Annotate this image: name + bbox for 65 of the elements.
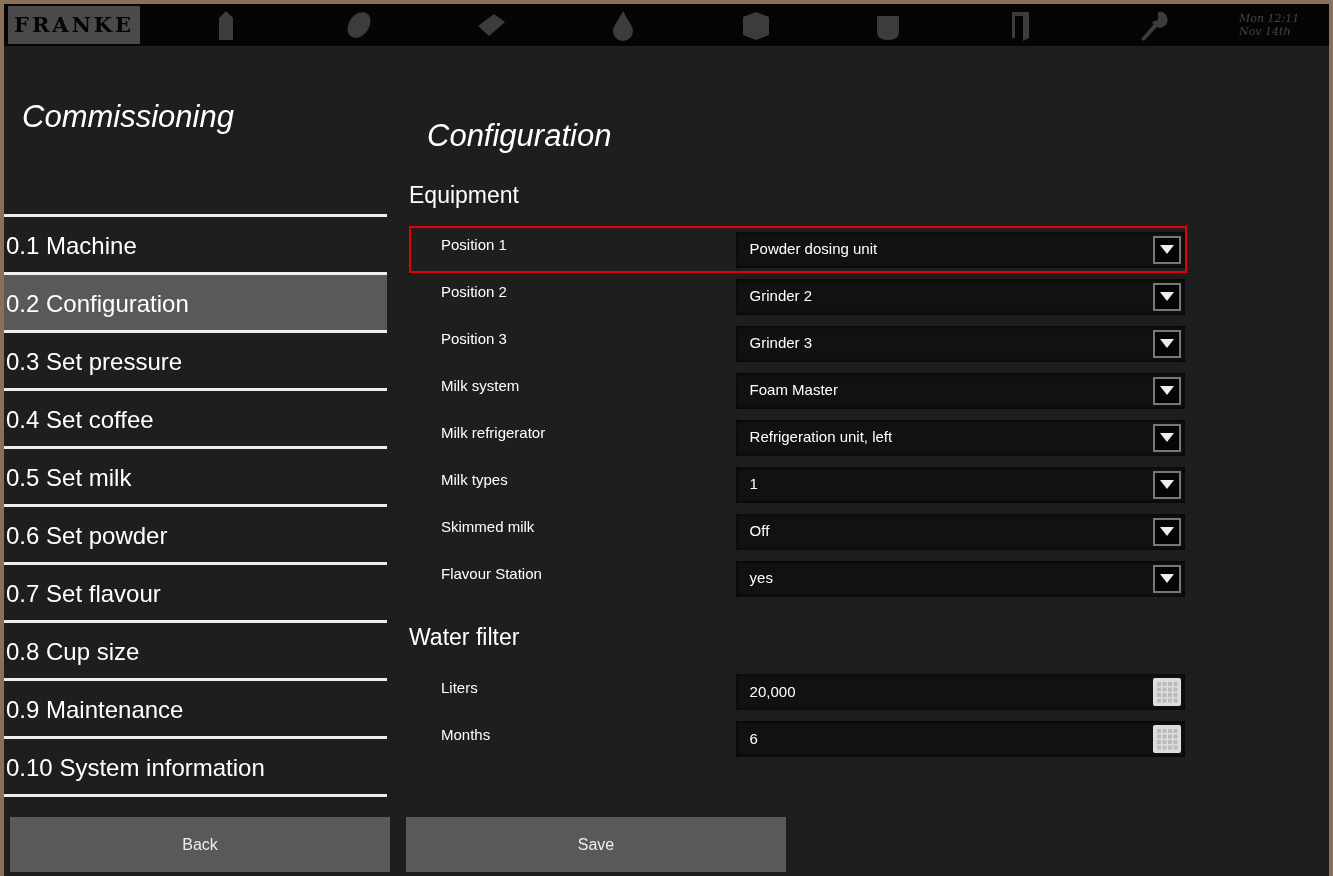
keypad-icon[interactable] xyxy=(1153,725,1181,753)
menu-item[interactable]: 0.2 Configuration xyxy=(4,272,387,330)
menu-item[interactable]: 0.7 Set flavour xyxy=(4,562,387,620)
field-label: Milk system xyxy=(440,376,521,397)
field-label: Skimmed milk xyxy=(440,517,536,538)
menu-item[interactable]: 0.9 Maintenance xyxy=(4,678,387,736)
dropdown-field[interactable]: Grinder 3 xyxy=(735,325,1185,362)
field-value: 1 xyxy=(749,474,758,495)
field-label: Position 3 xyxy=(440,329,508,350)
dropdown-field[interactable]: Off xyxy=(735,513,1185,550)
caret-icon xyxy=(1160,386,1174,395)
dropdown-button[interactable] xyxy=(1153,282,1181,311)
dropdown-field[interactable]: Grinder 2 xyxy=(735,278,1185,315)
field-value: Off xyxy=(749,521,770,542)
menu-item[interactable]: 0.8 Cup size xyxy=(4,620,387,678)
field-label: Months xyxy=(440,724,492,745)
dropdown-field[interactable]: Powder dosing unit xyxy=(735,231,1185,268)
field-label: Milk types xyxy=(440,470,509,491)
field-label: Liters xyxy=(440,677,479,698)
menu-item[interactable]: 0.4 Set coffee xyxy=(4,388,387,446)
sidebar-title: Commissioning xyxy=(21,98,235,136)
section-heading: Equipment xyxy=(409,180,520,210)
menu-item[interactable]: 0.10 System information xyxy=(4,736,387,794)
field-label: Milk refrigerator xyxy=(440,423,547,444)
dropdown-button[interactable] xyxy=(1153,235,1181,264)
dropdown-button[interactable] xyxy=(1153,423,1181,452)
dropdown-button[interactable] xyxy=(1153,564,1181,593)
dropdown-field[interactable]: yes xyxy=(735,560,1185,597)
dropdown-field[interactable]: 1 xyxy=(735,466,1185,503)
field-label: Position 1 xyxy=(440,235,508,256)
caret-icon xyxy=(1160,245,1174,254)
page-title: Configuration xyxy=(427,117,613,155)
field-value: 20,000 xyxy=(749,681,796,702)
date-time: Mon 12:11 Nov 14th xyxy=(1239,11,1301,39)
caret-icon xyxy=(1160,480,1174,489)
action-button[interactable]: Save xyxy=(406,817,786,872)
number-field[interactable]: 6 xyxy=(735,721,1185,757)
field-label: Position 2 xyxy=(440,282,508,303)
field-value: Powder dosing unit xyxy=(749,239,878,260)
caret-icon xyxy=(1160,433,1174,442)
dropdown-button[interactable] xyxy=(1153,376,1181,405)
dropdown-button[interactable] xyxy=(1153,329,1181,358)
field-value: 6 xyxy=(749,728,758,749)
dropdown-button[interactable] xyxy=(1153,470,1181,499)
menu-item[interactable]: 0.6 Set powder xyxy=(4,504,387,562)
dropdown-field[interactable]: Foam Master xyxy=(735,372,1185,409)
brand-logo: FRANKE xyxy=(8,6,141,44)
caret-icon xyxy=(1160,339,1174,348)
field-value: Refrigeration unit, left xyxy=(749,427,893,448)
dropdown-field[interactable]: Refrigeration unit, left xyxy=(735,419,1185,456)
menu-item[interactable]: 0.3 Set pressure xyxy=(4,330,387,388)
section-heading: Water filter xyxy=(409,623,521,652)
field-label: Flavour Station xyxy=(440,564,543,585)
keypad-icon[interactable] xyxy=(1153,678,1181,706)
dropdown-button[interactable] xyxy=(1153,517,1181,546)
caret-icon xyxy=(1160,527,1174,536)
field-value: Foam Master xyxy=(749,380,838,401)
number-field[interactable]: 20,000 xyxy=(735,674,1185,710)
action-button[interactable]: Back xyxy=(10,817,390,872)
caret-icon xyxy=(1160,292,1174,301)
field-value: Grinder 3 xyxy=(749,333,813,354)
field-value: Grinder 2 xyxy=(749,286,813,307)
field-value: yes xyxy=(749,568,773,589)
menu-item[interactable]: 0.5 Set milk xyxy=(4,446,387,504)
caret-icon xyxy=(1160,574,1174,583)
